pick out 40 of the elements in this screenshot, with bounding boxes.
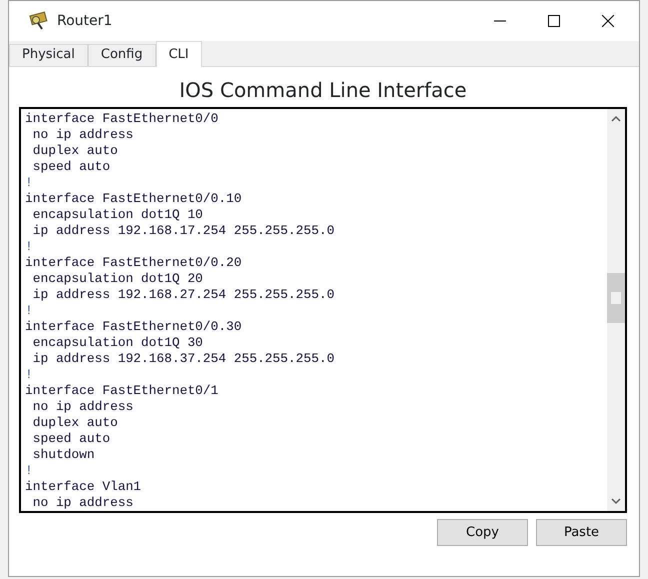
grip-icon bbox=[611, 292, 621, 304]
maximize-icon bbox=[548, 15, 560, 27]
scrollbar[interactable] bbox=[607, 109, 625, 511]
scrollbar-thumb[interactable] bbox=[607, 273, 625, 323]
console-line: speed auto bbox=[32, 159, 110, 175]
router-icon bbox=[27, 11, 49, 31]
console-line: interface FastEthernet0/1 bbox=[25, 383, 218, 399]
console-line: no ip address bbox=[32, 495, 134, 511]
console-line: duplex auto bbox=[32, 415, 118, 431]
console-line: encapsulation dot1Q 30 bbox=[32, 335, 203, 351]
paste-button[interactable]: Paste bbox=[536, 519, 627, 546]
console-line: speed auto bbox=[32, 431, 110, 447]
console-line: shutdown bbox=[32, 447, 95, 463]
console-line: encapsulation dot1Q 10 bbox=[32, 207, 203, 223]
scroll-up-icon[interactable] bbox=[611, 115, 621, 123]
window-title: Router1 bbox=[57, 12, 112, 30]
panel-heading: IOS Command Line Interface bbox=[178, 77, 468, 103]
scroll-down-icon[interactable] bbox=[611, 497, 621, 505]
console-line: no ip address bbox=[32, 399, 134, 415]
console-line: ! bbox=[25, 303, 33, 319]
console-line: ! bbox=[25, 239, 33, 255]
console-line: ip address 192.168.27.254 255.255.255.0 bbox=[32, 287, 334, 303]
console-line: duplex auto bbox=[32, 143, 118, 159]
console-line: ip address 192.168.37.254 255.255.255.0 bbox=[32, 351, 334, 367]
console-line: interface FastEthernet0/0.30 bbox=[25, 319, 242, 335]
console-line: no ip address bbox=[32, 127, 134, 143]
console-line: ! bbox=[25, 463, 33, 479]
console-line: interface FastEthernet0/0.10 bbox=[25, 191, 242, 207]
console-line: ! bbox=[25, 175, 33, 191]
console-line: ! bbox=[25, 367, 33, 383]
console-line: interface FastEthernet0/0 bbox=[25, 111, 218, 127]
console-line: interface FastEthernet0/0.20 bbox=[25, 255, 242, 271]
console-line: interface Vlan1 bbox=[25, 479, 142, 495]
tab[interactable]: CLI bbox=[156, 41, 202, 67]
console-line: encapsulation dot1Q 20 bbox=[32, 271, 203, 287]
close-icon bbox=[602, 15, 614, 27]
copy-button[interactable]: Copy bbox=[437, 519, 528, 546]
console-line: ip address 192.168.17.254 255.255.255.0 bbox=[32, 223, 334, 239]
tab[interactable]: Physical bbox=[9, 44, 88, 66]
tab[interactable]: Config bbox=[88, 44, 156, 66]
